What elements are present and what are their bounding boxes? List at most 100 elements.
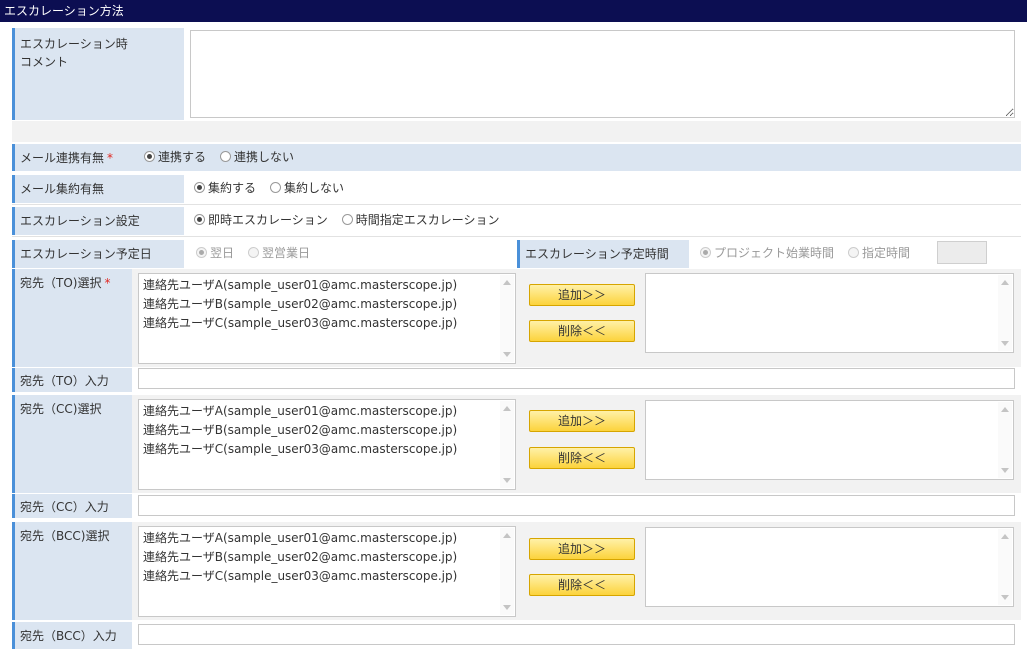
project-start-time-label: プロジェクト始業時間 — [714, 246, 835, 260]
to-selected-listbox[interactable] — [645, 273, 1014, 353]
scroll-up-icon[interactable] — [1001, 534, 1009, 539]
spacer-band — [12, 121, 1021, 142]
cc-input-label-text: 宛先（CC）入力 — [20, 500, 109, 514]
escalation-time-radio-group: プロジェクト始業時間 指定時間 — [700, 244, 910, 261]
radio-unselected-icon — [341, 214, 353, 225]
bcc-remove-button[interactable]: 削除＜＜ — [529, 574, 635, 596]
scroll-up-icon[interactable] — [503, 406, 511, 411]
scroll-down-icon[interactable] — [1001, 341, 1009, 346]
cc-input-label: 宛先（CC）入力 — [12, 494, 132, 518]
scroll-up-icon[interactable] — [1001, 280, 1009, 285]
list-item[interactable]: 連絡先ユーザA(sample_user01@amc.masterscope.jp… — [143, 276, 515, 295]
list-item[interactable]: 連絡先ユーザB(sample_user02@amc.masterscope.jp… — [143, 295, 515, 314]
bcc-input-label: 宛先（BCC）入力 — [12, 622, 132, 649]
scroll-down-icon[interactable] — [1001, 595, 1009, 600]
scrollbar[interactable] — [998, 275, 1012, 351]
scroll-up-icon[interactable] — [1001, 407, 1009, 412]
scrollbar[interactable] — [998, 402, 1012, 478]
scrollbar[interactable] — [998, 529, 1012, 605]
bcc-selected-listbox[interactable] — [645, 527, 1014, 607]
escalation-setting-radio-group: 即時エスカレーション 時間指定エスカレーション — [194, 211, 500, 228]
list-item[interactable]: 連絡先ユーザC(sample_user03@amc.masterscope.jp… — [143, 567, 515, 586]
nextbusinessday-label: 翌営業日 — [262, 246, 311, 260]
scroll-down-icon[interactable] — [503, 605, 511, 610]
escalation-immediate-label: 即時エスカレーション — [208, 213, 328, 227]
mail-aggregate-yes-label: 集約する — [208, 181, 257, 195]
scrollbar[interactable] — [500, 275, 514, 362]
bcc-select-label: 宛先（BCC)選択 — [12, 522, 132, 620]
nextday-label: 翌日 — [210, 246, 235, 260]
cc-select-label-text: 宛先（CC)選択 — [20, 402, 102, 416]
scroll-up-icon[interactable] — [503, 280, 511, 285]
scrollbar[interactable] — [500, 528, 514, 615]
scroll-up-icon[interactable] — [503, 533, 511, 538]
to-address-input[interactable] — [138, 368, 1015, 389]
mail-link-radio-no[interactable]: 連携しない — [220, 148, 294, 165]
bcc-contact-listbox[interactable]: 連絡先ユーザA(sample_user01@amc.masterscope.jp… — [138, 526, 516, 617]
escalation-setting-label: エスカレーション設定 — [12, 207, 184, 235]
bcc-address-input[interactable] — [138, 624, 1015, 645]
list-item[interactable]: 連絡先ユーザC(sample_user03@amc.masterscope.jp… — [143, 440, 515, 459]
to-input-label: 宛先（TO）入力 — [12, 368, 132, 392]
escalation-time-label: エスカレーション予定時間 — [517, 240, 689, 268]
escalation-date-label-text: エスカレーション予定日 — [20, 247, 152, 261]
escalation-scheduled-radio[interactable]: 時間指定エスカレーション — [341, 211, 500, 228]
to-select-label: 宛先（TO)選択 * — [12, 269, 132, 367]
radio-selected-icon — [700, 247, 711, 258]
escalation-setting-label-text: エスカレーション設定 — [20, 214, 140, 228]
bcc-input-label-text: 宛先（BCC）入力 — [20, 629, 117, 643]
mail-link-yes-label: 連携する — [158, 150, 207, 164]
list-item[interactable]: 連絡先ユーザB(sample_user02@amc.masterscope.jp… — [143, 421, 515, 440]
scroll-down-icon[interactable] — [503, 352, 511, 357]
escalation-comment-textarea[interactable] — [190, 30, 1015, 118]
cc-remove-button[interactable]: 削除＜＜ — [529, 447, 635, 469]
list-item[interactable]: 連絡先ユーザC(sample_user03@amc.masterscope.jp… — [143, 314, 515, 333]
mail-link-radio-yes[interactable]: 連携する — [144, 148, 206, 165]
radio-selected-icon — [144, 151, 155, 162]
radio-unselected-icon — [270, 182, 282, 193]
escalation-date-label: エスカレーション予定日 — [12, 240, 184, 268]
cc-contact-listbox[interactable]: 連絡先ユーザA(sample_user01@amc.masterscope.jp… — [138, 399, 516, 490]
specified-time-radio[interactable]: 指定時間 — [848, 244, 910, 261]
list-item[interactable]: 連絡先ユーザA(sample_user01@amc.masterscope.jp… — [143, 529, 515, 548]
comment-label-line2: コメント — [20, 55, 69, 69]
required-mark: * — [107, 151, 114, 165]
to-add-button[interactable]: 追加＞＞ — [529, 284, 635, 306]
radio-selected-icon — [196, 247, 207, 258]
bcc-add-button[interactable]: 追加＞＞ — [529, 538, 635, 560]
radio-selected-icon — [194, 214, 205, 225]
scrollbar[interactable] — [500, 401, 514, 488]
to-input-label-text: 宛先（TO）入力 — [20, 374, 109, 388]
mail-aggregate-radio-yes[interactable]: 集約する — [194, 179, 256, 196]
to-contact-listbox[interactable]: 連絡先ユーザA(sample_user01@amc.masterscope.jp… — [138, 273, 516, 364]
to-remove-button[interactable]: 削除＜＜ — [529, 320, 635, 342]
row-divider — [12, 236, 1021, 237]
specified-time-label: 指定時間 — [862, 246, 911, 260]
cc-add-button[interactable]: 追加＞＞ — [529, 410, 635, 432]
bcc-select-label-text: 宛先（BCC)選択 — [20, 529, 110, 543]
cc-address-input[interactable] — [138, 495, 1015, 516]
cc-selected-listbox[interactable] — [645, 400, 1014, 480]
escalation-immediate-radio[interactable]: 即時エスカレーション — [194, 211, 328, 228]
scroll-down-icon[interactable] — [503, 478, 511, 483]
escalation-date-radio-group: 翌日 翌営業日 — [196, 244, 310, 261]
specified-time-input[interactable] — [937, 241, 987, 264]
mail-aggregate-label-text: メール集約有無 — [20, 182, 105, 196]
escalation-date-nextday-radio[interactable]: 翌日 — [196, 244, 234, 261]
escalation-scheduled-label: 時間指定エスカレーション — [355, 213, 500, 227]
mail-link-label-text: メール連携有無 — [20, 151, 105, 165]
list-item[interactable]: 連絡先ユーザA(sample_user01@amc.masterscope.jp… — [143, 402, 515, 421]
required-mark: * — [104, 276, 111, 290]
radio-selected-icon — [194, 182, 205, 193]
list-item[interactable]: 連絡先ユーザB(sample_user02@amc.masterscope.jp… — [143, 548, 515, 567]
mail-aggregate-label: メール集約有無 — [12, 175, 184, 203]
mail-aggregate-radio-no[interactable]: 集約しない — [270, 179, 344, 196]
comment-label: エスカレーション時 コメント — [12, 28, 184, 120]
escalation-date-nextbusinessday-radio[interactable]: 翌営業日 — [248, 244, 310, 261]
mail-link-radio-group: 連携する 連携しない — [144, 148, 294, 165]
escalation-time-label-text: エスカレーション予定時間 — [525, 247, 669, 261]
scroll-down-icon[interactable] — [1001, 468, 1009, 473]
mail-link-no-label: 連携しない — [234, 150, 295, 164]
project-start-time-radio[interactable]: プロジェクト始業時間 — [700, 244, 834, 261]
mail-link-label: メール連携有無 * — [12, 144, 134, 171]
